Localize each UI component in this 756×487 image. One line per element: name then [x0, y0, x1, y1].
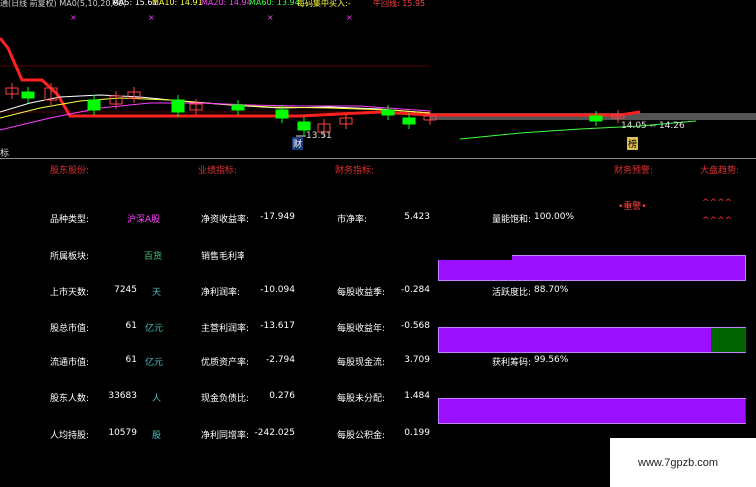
section-financial: 财务指标:: [335, 166, 375, 176]
x-marker: ×: [70, 13, 77, 22]
row-value: 0.276: [269, 391, 295, 401]
watermark-text: www.7gpzb.com: [638, 457, 719, 469]
bar-label: 获利筹码:: [492, 358, 532, 368]
row-value: -2.794: [265, 355, 295, 365]
row-value: -13.617: [260, 321, 295, 331]
row-value: 百货: [144, 252, 163, 262]
row-label: 每股收益季:: [337, 288, 386, 298]
row-label: 净利润率:: [201, 288, 241, 298]
row-unit: 股: [152, 431, 162, 441]
row-label: 每股未分配:: [337, 394, 386, 404]
event-tag-left[interactable]: 财: [292, 137, 304, 150]
row-label: 股东人数:: [50, 394, 90, 404]
row-label: 流通市值:: [50, 358, 90, 368]
ratio-bar: [438, 327, 746, 353]
row-label: 每股现金流:: [337, 358, 386, 368]
row-label: 上市天数:: [50, 288, 90, 298]
row-label: 净利同增率:: [201, 431, 250, 441]
row-label: 品种类型:: [50, 215, 90, 225]
watermark-box: www.7gpzb.com: [610, 438, 756, 487]
row-value: 33683: [108, 391, 137, 401]
row-label: 人均持股:: [50, 431, 90, 441]
x-marker: ×: [267, 13, 274, 22]
row-value: 3.709: [404, 355, 430, 365]
warning-label: •重警•: [618, 202, 647, 212]
row-value: 10579: [108, 428, 137, 438]
row-label: 净资收益率:: [201, 215, 250, 225]
row-label: 每股收益年:: [337, 324, 386, 334]
row-value: 61: [125, 355, 137, 365]
trend-arrows-top: ^^^^: [702, 198, 733, 208]
event-tag-right[interactable]: 榜: [627, 137, 639, 150]
x-marker: ×: [346, 13, 353, 22]
section-shareholders: 股东股份:: [50, 166, 90, 176]
bar-value: 99.56%: [534, 355, 569, 365]
bar-value: 100.00%: [534, 212, 575, 222]
row-value: 5.423: [404, 212, 430, 222]
indicator-tab-label: 标: [0, 149, 10, 159]
row-label: 市净率:: [337, 215, 368, 225]
row-unit: 亿元: [145, 358, 164, 368]
trend-arrows-bottom: ^^^^: [702, 216, 733, 226]
row-value: -0.284: [400, 285, 430, 295]
row-label: 所属板块:: [50, 252, 90, 262]
row-label: 现金负债比:: [201, 394, 250, 404]
x-marker: ×: [148, 13, 155, 22]
row-value: 0.199: [404, 428, 430, 438]
candle-body: [402, 117, 416, 125]
row-label: 优质资产率:: [201, 358, 250, 368]
bar-value: 88.70%: [534, 285, 569, 295]
candle-body: [21, 91, 35, 99]
candle-body: [297, 121, 311, 131]
candle-body: [275, 109, 289, 119]
bar-label: 活跃度比:: [492, 288, 532, 298]
candle-body: [171, 99, 185, 113]
row-value: 61: [125, 321, 137, 331]
redacted-block: [244, 226, 512, 260]
candle-body: [87, 99, 101, 111]
row-label: 股总市值:: [50, 324, 90, 334]
row-unit: 人: [152, 394, 162, 404]
low-price-label: 13.51: [306, 131, 332, 141]
candle-body: [231, 104, 245, 111]
candle-body: [589, 115, 603, 122]
row-label: 销售毛利率:: [201, 252, 250, 262]
row-value: -0.568: [400, 321, 430, 331]
pane-divider[interactable]: [0, 158, 756, 159]
row-value: -242.025: [254, 428, 295, 438]
section-market-trend: 大盘趋势:: [700, 166, 740, 176]
row-unit: 亿元: [145, 324, 164, 334]
row-label: 每股公积金:: [337, 431, 386, 441]
row-label: 主营利润率:: [201, 324, 250, 334]
ratio-bar-remainder: [711, 328, 746, 352]
row-value: -10.094: [260, 285, 295, 295]
section-warning: 财务预警:: [614, 166, 654, 176]
row-value: 沪深A股: [127, 215, 161, 225]
candlestick-chart[interactable]: × × × ×: [0, 0, 756, 158]
row-value: -17.949: [260, 212, 295, 222]
bar-label: 量能饱和:: [492, 215, 532, 225]
section-performance: 业绩指标:: [198, 166, 238, 176]
ratio-bar: [438, 398, 746, 424]
ratio-bar-remainder: [744, 399, 746, 423]
row-value: 1.484: [404, 391, 430, 401]
candle-body: [381, 109, 395, 116]
row-unit: 天: [152, 288, 162, 298]
row-value: 7245: [114, 285, 137, 295]
price-range-label: 14.05 -- 14.26: [621, 121, 685, 131]
